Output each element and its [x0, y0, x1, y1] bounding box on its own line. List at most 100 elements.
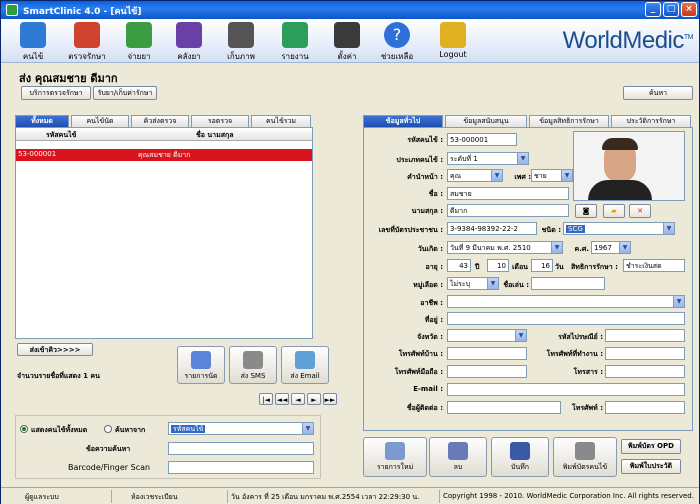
chevron-down-icon[interactable]: ▼: [491, 170, 502, 181]
phone-icon: [243, 351, 263, 369]
tab-combined[interactable]: คนไข้รวม: [251, 115, 311, 127]
province-select[interactable]: ▼: [447, 329, 527, 342]
age-year-input[interactable]: 43: [447, 259, 471, 272]
next10-button[interactable]: ►►: [323, 393, 337, 405]
tab-support[interactable]: ข้อมูลสนับสนุน: [445, 115, 527, 127]
chevron-down-icon[interactable]: ▼: [619, 242, 630, 253]
calendar-icon: [191, 351, 211, 369]
email-input[interactable]: [447, 383, 685, 396]
email-button[interactable]: ส่ง Email: [281, 346, 329, 384]
chevron-down-icon[interactable]: ▼: [487, 278, 498, 289]
close-button[interactable]: ×: [681, 2, 697, 17]
work-tel-label: โทรศัพท์ที่ทำงาน :: [546, 350, 603, 358]
chevron-down-icon[interactable]: ▼: [302, 423, 313, 434]
search-field-select[interactable]: รหัสคนไข้ ▼: [168, 422, 314, 435]
pill-icon: [126, 22, 152, 48]
occupation-label: อาชีพ :: [420, 299, 443, 307]
first-page-button[interactable]: |◄: [259, 393, 273, 405]
patient-list[interactable]: รหัสคนไข้ ชื่อ นามสกุล 53-000001 คุณสมชา…: [15, 127, 313, 339]
tab-rights[interactable]: ข้อมูลสิทธิการรักษา: [529, 115, 609, 127]
bar-chart-icon: [282, 22, 308, 48]
toolbar-examine-button[interactable]: ตรวจรักษา: [59, 22, 115, 63]
toolbar-report-button[interactable]: รายงาน: [267, 22, 323, 63]
sms-button[interactable]: ส่ง SMS: [229, 346, 277, 384]
prev-button[interactable]: ◄: [291, 393, 305, 405]
search-button[interactable]: ค้นหา: [623, 86, 693, 100]
toolbar-settings-button[interactable]: ตั้งค่า: [319, 22, 375, 63]
toolbar-dispense-button[interactable]: จ่ายยา: [111, 22, 167, 63]
col-patient-name[interactable]: ชื่อ นามสกุล: [196, 130, 234, 141]
pay-button[interactable]: รับยา/เก็บค่ารักษา: [93, 86, 157, 100]
camera-capture-button[interactable]: ◙: [575, 204, 597, 218]
tab-waiting[interactable]: รอตรวจ: [191, 115, 249, 127]
table-row[interactable]: 53-000001 คุณสมชาย ดีมาก: [16, 149, 312, 161]
prev10-button[interactable]: ◄◄: [275, 393, 289, 405]
zipcode-input[interactable]: [605, 329, 685, 342]
disk-icon: [510, 442, 530, 460]
new-document-icon: [385, 442, 405, 460]
occupation-select[interactable]: ▼: [447, 295, 685, 308]
sex-select[interactable]: ชาย ▼: [531, 169, 573, 182]
toolbar-pharmacy-button[interactable]: คลังยา: [161, 22, 217, 63]
minimize-button[interactable]: _: [645, 2, 661, 17]
toolbar-help-button[interactable]: ? ช่วยเหลือ: [369, 22, 425, 63]
birth-date-input[interactable]: วันที่ 9 มีนาคม พ.ศ. 2510 ▼: [447, 241, 563, 254]
delete-button[interactable]: ลบ: [429, 437, 487, 477]
birth-year-select[interactable]: 1967 ▼: [591, 241, 631, 254]
toolbar-camera-button[interactable]: เก็บภาพ: [213, 22, 269, 63]
new-record-button[interactable]: รายการใหม่: [363, 437, 427, 477]
chevron-down-icon[interactable]: ▼: [561, 170, 572, 181]
tab-all[interactable]: ทั้งหมด: [15, 115, 69, 127]
address-input[interactable]: [447, 312, 685, 325]
tab-general[interactable]: ข้อมูลทั่วไป: [363, 115, 443, 127]
blood-select[interactable]: ไม่ระบุ ▼: [447, 277, 499, 290]
patient-type-select[interactable]: ระดับที่ 1 ▼: [447, 152, 529, 165]
show-all-radio[interactable]: [20, 425, 28, 433]
fax-input[interactable]: [605, 365, 685, 378]
print-card-button[interactable]: พิมพ์บัตรคนไข้: [553, 437, 617, 477]
tab-appointment[interactable]: คนไข้นัด: [71, 115, 129, 127]
tab-queue[interactable]: คิวส่งตรวจ: [131, 115, 189, 127]
tab-history[interactable]: ประวัติการรักษา: [611, 115, 691, 127]
delete-photo-button[interactable]: ✕: [629, 204, 651, 218]
toolbar-patient-button[interactable]: คนไข้: [5, 22, 61, 63]
contact-input[interactable]: [447, 401, 561, 414]
service-button[interactable]: บริการตรวจรักษา: [21, 86, 91, 100]
maximize-button[interactable]: □: [663, 2, 679, 17]
next-button[interactable]: ►: [307, 393, 321, 405]
chevron-down-icon[interactable]: ▼: [515, 330, 526, 341]
right-input[interactable]: ชำระเงินสด: [623, 259, 685, 272]
chevron-down-icon[interactable]: ▼: [673, 296, 684, 307]
mobile-input[interactable]: [447, 365, 527, 378]
home-tel-input[interactable]: [447, 347, 527, 360]
print-history-button[interactable]: พิมพ์ใบประวัติ: [621, 459, 681, 474]
appointment-button[interactable]: รายการนัด: [177, 346, 225, 384]
nickname-input[interactable]: [531, 277, 605, 290]
save-button[interactable]: บันทึก: [491, 437, 549, 477]
age-month-input[interactable]: 10: [487, 259, 509, 272]
citizen-id-input[interactable]: 3-9384-98392-22-2: [447, 222, 537, 235]
race-select[interactable]: SCG ▼: [563, 222, 675, 235]
send-queue-button[interactable]: ส่งเข้าคิว>>>>: [17, 343, 93, 356]
prefix-select[interactable]: คุณ ▼: [447, 169, 503, 182]
age-day-input[interactable]: 16: [531, 259, 553, 272]
search-from-radio[interactable]: [104, 425, 112, 433]
trash-icon: [448, 442, 468, 460]
name-input[interactable]: สมชาย: [447, 187, 569, 200]
open-photo-button[interactable]: ▰: [603, 204, 625, 218]
toolbar-logout-button[interactable]: Logout: [425, 22, 481, 59]
status-user: ผู้ดูแลระบบ: [25, 493, 59, 501]
chevron-down-icon[interactable]: ▼: [517, 153, 528, 164]
patient-id-input[interactable]: 53-000001: [447, 133, 517, 146]
contact-tel-input[interactable]: [605, 401, 685, 414]
work-tel-input[interactable]: [605, 347, 685, 360]
print-opd-button[interactable]: พิมพ์บัตร OPD: [621, 439, 681, 454]
chevron-down-icon[interactable]: ▼: [551, 242, 562, 253]
keyword-input[interactable]: [168, 442, 314, 455]
surname-input[interactable]: ดีมาก: [447, 204, 569, 217]
medicine-icon: [176, 22, 202, 48]
col-patient-id[interactable]: รหัสคนไข้: [46, 130, 76, 141]
barcode-input[interactable]: [168, 461, 314, 474]
chevron-down-icon[interactable]: ▼: [663, 223, 674, 234]
surname-label: นามสกุล :: [411, 207, 443, 215]
